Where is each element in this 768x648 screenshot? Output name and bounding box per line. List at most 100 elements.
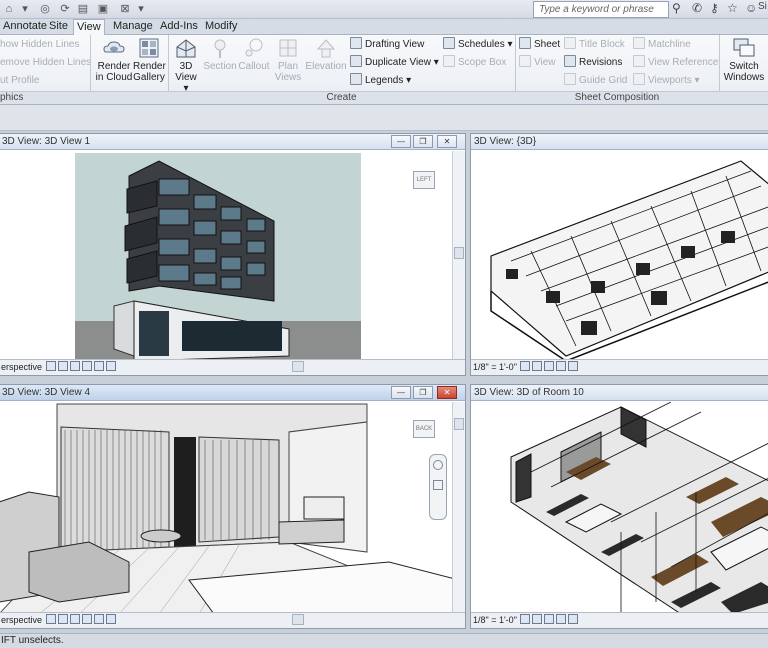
view-control-bar: erspective <box>0 359 465 375</box>
view-control-bar: 1/8" = 1'-0" <box>471 612 768 628</box>
viewport-canvas[interactable] <box>471 401 768 615</box>
globe-icon[interactable]: ◎ <box>38 2 52 16</box>
visual-style-icon[interactable] <box>532 614 543 624</box>
show-hidden-lines-button[interactable]: how Hidden Lines <box>0 37 80 53</box>
sun-path-icon[interactable] <box>544 614 555 624</box>
crop-icon[interactable] <box>105 361 116 371</box>
home-icon[interactable]: ⌂ <box>2 2 16 16</box>
drafting-view-button[interactable]: Drafting View <box>350 37 424 53</box>
scope-box-button[interactable]: Scope Box <box>443 55 506 71</box>
view-scale[interactable]: erspective <box>1 615 42 625</box>
remove-hidden-lines-button[interactable]: emove Hidden Lines <box>0 55 91 71</box>
detail-level-icon[interactable] <box>520 361 531 371</box>
crop-icon[interactable] <box>568 361 579 371</box>
restore-button[interactable]: ❐ <box>413 135 433 148</box>
vertical-scrollbar[interactable] <box>452 402 465 612</box>
sun-path-icon[interactable] <box>69 361 80 371</box>
view-window-3d-view-1[interactable]: 3D View: 3D View 1 — ❐ ✕ LEFT erspective <box>0 133 466 376</box>
visual-style-icon[interactable] <box>57 361 68 371</box>
horizontal-scroll-thumb[interactable] <box>292 614 304 625</box>
viewports-button[interactable]: Viewports ▾ <box>633 73 700 89</box>
view-scale[interactable]: 1/8" = 1'-0" <box>473 362 517 372</box>
detail-level-icon[interactable] <box>45 361 56 371</box>
tab-view[interactable]: View <box>73 19 105 36</box>
customize-icon[interactable]: ▾ <box>134 2 148 16</box>
shadows-icon[interactable] <box>81 361 92 371</box>
view-title: 3D View: {3D} <box>471 134 768 150</box>
cut-profile-button[interactable]: ut Profile <box>0 73 39 89</box>
print-icon[interactable]: ▤ <box>76 2 90 16</box>
favorites-icon[interactable]: ☆ <box>727 1 738 15</box>
binoculars-icon[interactable]: ⚲ <box>672 1 681 15</box>
tab-manage[interactable]: Manage <box>110 19 156 35</box>
tab-modify[interactable]: Modify <box>202 19 240 35</box>
user-icon[interactable]: ☺ <box>745 1 757 15</box>
viewcube-widget[interactable]: BACK <box>413 420 435 438</box>
close-window-icon[interactable]: ⊠ <box>118 2 132 16</box>
matchline-button[interactable]: Matchline <box>633 37 691 53</box>
close-button[interactable]: ✕ <box>437 135 457 148</box>
render-icon[interactable] <box>93 614 104 624</box>
zoom-icon[interactable] <box>433 480 443 490</box>
schedules-button[interactable]: Schedules ▾ <box>443 37 513 53</box>
elevation-button[interactable]: Elevation <box>305 37 347 72</box>
revisions-button[interactable]: Revisions <box>564 55 622 71</box>
visual-style-icon[interactable] <box>57 614 68 624</box>
view-icon[interactable]: ▣ <box>96 2 110 16</box>
tab-site[interactable]: Site <box>46 19 71 35</box>
detail-level-icon[interactable] <box>45 614 56 624</box>
title-block-button[interactable]: Title Block <box>564 37 625 53</box>
shadows-icon[interactable] <box>556 614 567 624</box>
view-scale[interactable]: 1/8" = 1'-0" <box>473 615 517 625</box>
steering-wheel-icon[interactable] <box>433 460 443 470</box>
viewport-canvas[interactable]: LEFT <box>0 151 465 362</box>
3d-view-button[interactable]: 3D View ▾ <box>172 37 200 94</box>
measure-icon[interactable]: ⟳ <box>58 2 72 16</box>
navigation-bar[interactable] <box>429 454 447 520</box>
status-bar: IFT unselects. <box>0 633 768 648</box>
detail-level-icon[interactable] <box>520 614 531 624</box>
render-icon[interactable] <box>93 361 104 371</box>
sheet-button[interactable]: Sheet <box>519 37 560 53</box>
sun-path-icon[interactable] <box>69 614 80 624</box>
scroll-thumb[interactable] <box>454 418 464 430</box>
viewcube-widget[interactable]: LEFT <box>413 171 435 189</box>
tab-annotate[interactable]: Annotate <box>0 19 50 35</box>
search-input[interactable]: Type a keyword or phrase <box>533 1 669 18</box>
view-window-3d[interactable]: 3D View: {3D} 1/8" = 1'-0" <box>470 133 768 376</box>
duplicate-view-button[interactable]: Duplicate View ▾ <box>350 55 439 71</box>
guide-grid-button[interactable]: Guide Grid <box>564 73 627 89</box>
shadows-icon[interactable] <box>81 614 92 624</box>
sun-path-icon[interactable] <box>544 361 555 371</box>
minimize-button[interactable]: — <box>391 135 411 148</box>
minimize-button[interactable]: — <box>391 386 411 399</box>
plan-views-button[interactable]: Plan Views <box>272 37 304 83</box>
viewport-canvas[interactable] <box>471 151 768 362</box>
dropdown-icon[interactable]: ▾ <box>18 2 32 16</box>
view-on-sheet-button[interactable]: View <box>519 55 556 71</box>
crop-icon[interactable] <box>568 614 579 624</box>
view-window-3d-of-room-10[interactable]: 3D View: 3D of Room 10 1/8" = 1'-0" <box>470 384 768 629</box>
view-window-3d-view-4[interactable]: 3D View: 3D View 4 — ❐ ✕ BACK erspective <box>0 384 466 629</box>
render-gallery-button[interactable]: Render Gallery <box>133 37 166 83</box>
restore-button[interactable]: ❐ <box>413 386 433 399</box>
switch-windows-button[interactable]: Switch Windows <box>722 37 766 83</box>
callout-button[interactable]: Callout <box>237 37 271 72</box>
scroll-thumb[interactable] <box>454 247 464 259</box>
section-button[interactable]: Section <box>203 37 237 72</box>
vertical-scrollbar[interactable] <box>452 151 465 359</box>
comm-center-icon[interactable]: ✆ <box>692 1 702 15</box>
close-button[interactable]: ✕ <box>437 386 457 399</box>
crop-icon[interactable] <box>105 614 116 624</box>
render-in-cloud-button[interactable]: Render in Cloud <box>94 37 134 83</box>
horizontal-scroll-thumb[interactable] <box>292 361 304 372</box>
viewport-canvas[interactable]: BACK <box>0 402 465 615</box>
key-icon[interactable]: ⚷ <box>710 1 719 15</box>
shadows-icon[interactable] <box>556 361 567 371</box>
tab-add-ins[interactable]: Add-Ins <box>157 19 201 35</box>
user-name[interactable]: Si <box>758 1 767 12</box>
view-reference-button[interactable]: View Reference <box>633 55 718 71</box>
legends-button[interactable]: Legends ▾ <box>350 73 411 89</box>
view-scale[interactable]: erspective <box>1 362 42 372</box>
visual-style-icon[interactable] <box>532 361 543 371</box>
